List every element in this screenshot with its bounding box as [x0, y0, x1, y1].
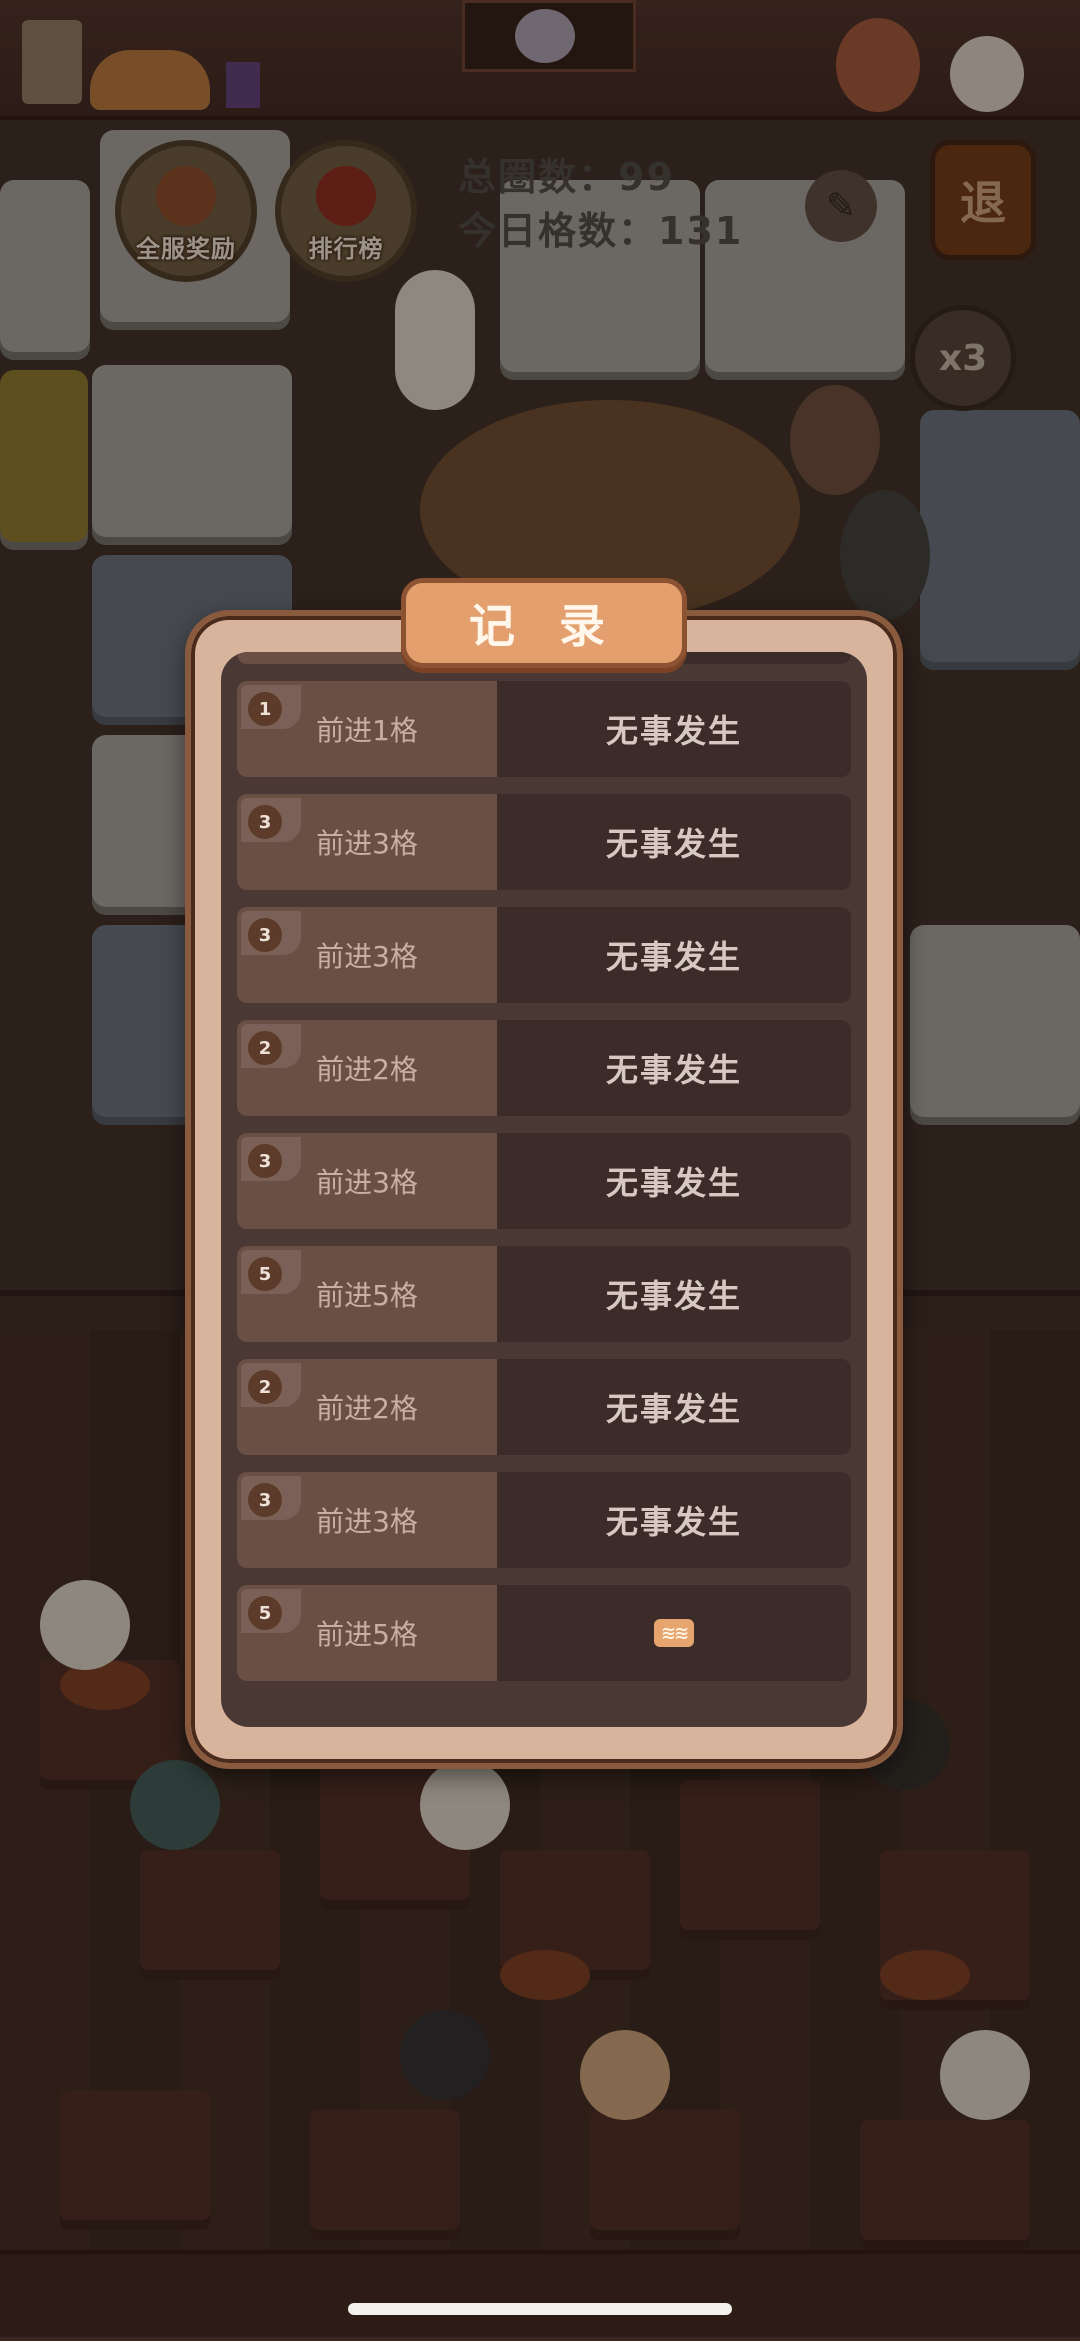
wave-icon: ≋≋: [654, 1619, 694, 1647]
record-row: 前进3格 3 无事发生: [237, 1472, 851, 1568]
record-list-container[interactable]: 前进2格2≋≋前进1格1无事发生前进3格3无事发生前进3格3无事发生前进2格2无…: [221, 652, 867, 1727]
dice-badge: 3: [245, 915, 285, 955]
record-row: 前进2格 2 无事发生: [237, 1020, 851, 1116]
record-result: 无事发生: [605, 825, 742, 863]
dice-badge: 3: [245, 1480, 285, 1520]
record-result: 无事发生: [605, 1503, 742, 1541]
record-result: 无事发生: [605, 1277, 742, 1315]
record-row: 前进2格 2 无事发生: [237, 1359, 851, 1455]
dice-badge: 2: [245, 1028, 285, 1068]
record-modal: 前进2格2≋≋前进1格1无事发生前进3格3无事发生前进3格3无事发生前进2格2无…: [185, 610, 903, 1769]
record-title: 记 录: [401, 578, 687, 668]
record-row: 前进5格 5 ≋≋: [237, 1585, 851, 1681]
home-indicator[interactable]: [348, 2303, 732, 2315]
record-result: 无事发生: [605, 938, 742, 976]
dice-badge: 1: [245, 689, 285, 729]
record-result: 无事发生: [605, 1390, 742, 1428]
record-row: 前进5格 5 无事发生: [237, 1246, 851, 1342]
dice-badge: 5: [245, 1254, 285, 1294]
record-row: 前进3格 3 无事发生: [237, 794, 851, 890]
record-row: 前进3格 3 无事发生: [237, 907, 851, 1003]
dice-badge: 3: [245, 1141, 285, 1181]
record-row: 前进1格 1 无事发生: [237, 681, 851, 777]
dice-badge: 5: [245, 1593, 285, 1633]
record-result: 无事发生: [605, 712, 742, 750]
dice-badge: 3: [245, 802, 285, 842]
dice-badge: 2: [245, 1367, 285, 1407]
record-title-text: 记 录: [468, 599, 619, 653]
record-result: ≋≋: [497, 1585, 851, 1681]
record-result: 无事发生: [605, 1164, 742, 1202]
record-result: 无事发生: [605, 1051, 742, 1089]
record-row: 前进3格 3 无事发生: [237, 1133, 851, 1229]
